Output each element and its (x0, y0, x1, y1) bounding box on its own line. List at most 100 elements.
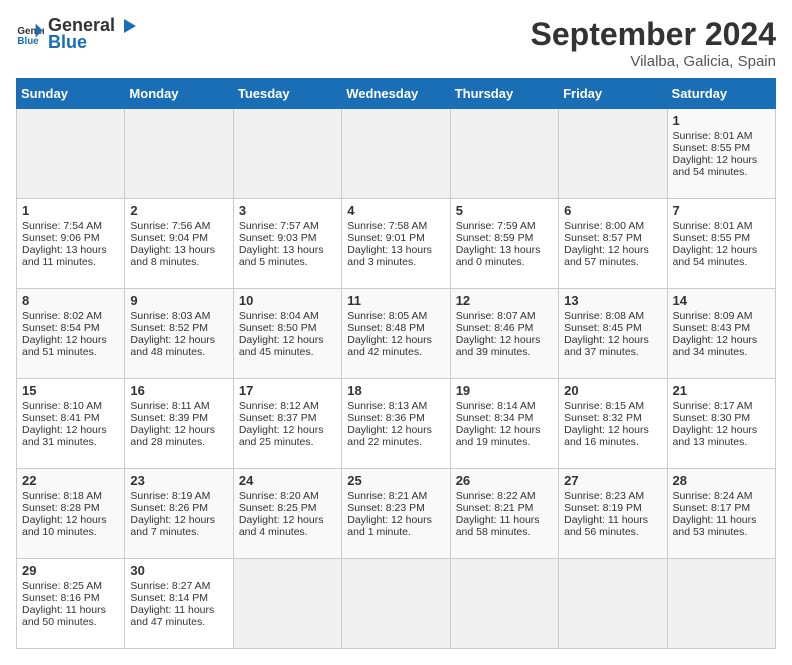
sunrise-label: Sunrise: 8:14 AM (456, 400, 536, 412)
calendar-cell: 11 Sunrise: 8:05 AM Sunset: 8:48 PM Dayl… (342, 289, 450, 379)
col-friday: Friday (559, 79, 667, 109)
day-number: 9 (130, 293, 227, 308)
day-number: 11 (347, 293, 444, 308)
daylight-label: Daylight: 12 hours and 39 minutes. (456, 334, 541, 358)
col-thursday: Thursday (450, 79, 558, 109)
sunset-label: Sunset: 8:59 PM (456, 232, 534, 244)
calendar-cell: 9 Sunrise: 8:03 AM Sunset: 8:52 PM Dayli… (125, 289, 233, 379)
day-number: 7 (673, 203, 770, 218)
sunrise-label: Sunrise: 8:05 AM (347, 310, 427, 322)
sunrise-label: Sunrise: 8:23 AM (564, 490, 644, 502)
sunrise-label: Sunrise: 8:13 AM (347, 400, 427, 412)
calendar-week-row: 1 Sunrise: 8:01 AM Sunset: 8:55 PM Dayli… (17, 109, 776, 199)
sunset-label: Sunset: 8:52 PM (130, 322, 208, 334)
day-number: 1 (22, 203, 119, 218)
daylight-label: Daylight: 12 hours and 7 minutes. (130, 514, 215, 538)
sunset-label: Sunset: 8:46 PM (456, 322, 534, 334)
sunrise-label: Sunrise: 8:22 AM (456, 490, 536, 502)
daylight-label: Daylight: 12 hours and 42 minutes. (347, 334, 432, 358)
sunrise-label: Sunrise: 7:54 AM (22, 220, 102, 232)
calendar-cell: 12 Sunrise: 8:07 AM Sunset: 8:46 PM Dayl… (450, 289, 558, 379)
calendar-week-row: 22 Sunrise: 8:18 AM Sunset: 8:28 PM Dayl… (17, 469, 776, 559)
header-row: Sunday Monday Tuesday Wednesday Thursday… (17, 79, 776, 109)
day-number: 3 (239, 203, 336, 218)
sunset-label: Sunset: 8:14 PM (130, 592, 208, 604)
day-number: 25 (347, 473, 444, 488)
sunset-label: Sunset: 9:06 PM (22, 232, 100, 244)
calendar-body: 1 Sunrise: 8:01 AM Sunset: 8:55 PM Dayli… (17, 109, 776, 649)
calendar-week-row: 15 Sunrise: 8:10 AM Sunset: 8:41 PM Dayl… (17, 379, 776, 469)
col-monday: Monday (125, 79, 233, 109)
day-number: 27 (564, 473, 661, 488)
col-wednesday: Wednesday (342, 79, 450, 109)
day-number: 1 (673, 113, 770, 128)
daylight-label: Daylight: 12 hours and 4 minutes. (239, 514, 324, 538)
calendar-cell: 2 Sunrise: 7:56 AM Sunset: 9:04 PM Dayli… (125, 199, 233, 289)
calendar-cell (125, 109, 233, 199)
daylight-label: Daylight: 12 hours and 1 minute. (347, 514, 432, 538)
calendar-cell: 7 Sunrise: 8:01 AM Sunset: 8:55 PM Dayli… (667, 199, 775, 289)
sunset-label: Sunset: 8:17 PM (673, 502, 751, 514)
calendar-cell (450, 559, 558, 649)
daylight-label: Daylight: 13 hours and 0 minutes. (456, 244, 541, 268)
sunset-label: Sunset: 8:54 PM (22, 322, 100, 334)
daylight-label: Daylight: 12 hours and 16 minutes. (564, 424, 649, 448)
logo-triangle-icon (120, 17, 138, 35)
daylight-label: Daylight: 12 hours and 13 minutes. (673, 424, 758, 448)
calendar-cell: 8 Sunrise: 8:02 AM Sunset: 8:54 PM Dayli… (17, 289, 125, 379)
calendar-cell: 29 Sunrise: 8:25 AM Sunset: 8:16 PM Dayl… (17, 559, 125, 649)
sunrise-label: Sunrise: 8:03 AM (130, 310, 210, 322)
calendar-cell (667, 559, 775, 649)
daylight-label: Daylight: 12 hours and 48 minutes. (130, 334, 215, 358)
svg-text:Blue: Blue (17, 36, 39, 47)
sunrise-label: Sunrise: 8:07 AM (456, 310, 536, 322)
logo: General Blue General Blue (16, 16, 138, 53)
sunrise-label: Sunrise: 8:01 AM (673, 220, 753, 232)
day-number: 2 (130, 203, 227, 218)
calendar-cell: 22 Sunrise: 8:18 AM Sunset: 8:28 PM Dayl… (17, 469, 125, 559)
calendar-cell: 15 Sunrise: 8:10 AM Sunset: 8:41 PM Dayl… (17, 379, 125, 469)
logo-icon: General Blue (16, 20, 44, 48)
day-number: 19 (456, 383, 553, 398)
month-title: September 2024 (531, 16, 776, 53)
sunrise-label: Sunrise: 8:02 AM (22, 310, 102, 322)
calendar-cell: 21 Sunrise: 8:17 AM Sunset: 8:30 PM Dayl… (667, 379, 775, 469)
calendar-cell (17, 109, 125, 199)
day-number: 5 (456, 203, 553, 218)
sunset-label: Sunset: 8:43 PM (673, 322, 751, 334)
daylight-label: Daylight: 12 hours and 37 minutes. (564, 334, 649, 358)
calendar-table: Sunday Monday Tuesday Wednesday Thursday… (16, 78, 776, 649)
sunrise-label: Sunrise: 8:17 AM (673, 400, 753, 412)
calendar-cell (559, 109, 667, 199)
sunrise-label: Sunrise: 7:57 AM (239, 220, 319, 232)
daylight-label: Daylight: 11 hours and 56 minutes. (564, 514, 648, 538)
location-title: Vilalba, Galicia, Spain (531, 53, 776, 70)
daylight-label: Daylight: 12 hours and 54 minutes. (673, 244, 758, 268)
calendar-week-row: 1 Sunrise: 7:54 AM Sunset: 9:06 PM Dayli… (17, 199, 776, 289)
calendar-cell: 19 Sunrise: 8:14 AM Sunset: 8:34 PM Dayl… (450, 379, 558, 469)
day-number: 8 (22, 293, 119, 308)
calendar-cell: 16 Sunrise: 8:11 AM Sunset: 8:39 PM Dayl… (125, 379, 233, 469)
sunset-label: Sunset: 8:45 PM (564, 322, 642, 334)
calendar-header: Sunday Monday Tuesday Wednesday Thursday… (17, 79, 776, 109)
day-number: 22 (22, 473, 119, 488)
day-number: 4 (347, 203, 444, 218)
daylight-label: Daylight: 12 hours and 31 minutes. (22, 424, 107, 448)
daylight-label: Daylight: 12 hours and 54 minutes. (673, 154, 758, 178)
calendar-cell: 20 Sunrise: 8:15 AM Sunset: 8:32 PM Dayl… (559, 379, 667, 469)
daylight-label: Daylight: 12 hours and 22 minutes. (347, 424, 432, 448)
calendar-cell: 25 Sunrise: 8:21 AM Sunset: 8:23 PM Dayl… (342, 469, 450, 559)
day-number: 15 (22, 383, 119, 398)
daylight-label: Daylight: 12 hours and 57 minutes. (564, 244, 649, 268)
day-number: 6 (564, 203, 661, 218)
daylight-label: Daylight: 11 hours and 50 minutes. (22, 604, 106, 628)
sunset-label: Sunset: 8:26 PM (130, 502, 208, 514)
day-number: 28 (673, 473, 770, 488)
sunset-label: Sunset: 8:36 PM (347, 412, 425, 424)
sunset-label: Sunset: 8:34 PM (456, 412, 534, 424)
calendar-cell: 28 Sunrise: 8:24 AM Sunset: 8:17 PM Dayl… (667, 469, 775, 559)
day-number: 13 (564, 293, 661, 308)
day-number: 14 (673, 293, 770, 308)
sunset-label: Sunset: 8:48 PM (347, 322, 425, 334)
sunset-label: Sunset: 8:23 PM (347, 502, 425, 514)
